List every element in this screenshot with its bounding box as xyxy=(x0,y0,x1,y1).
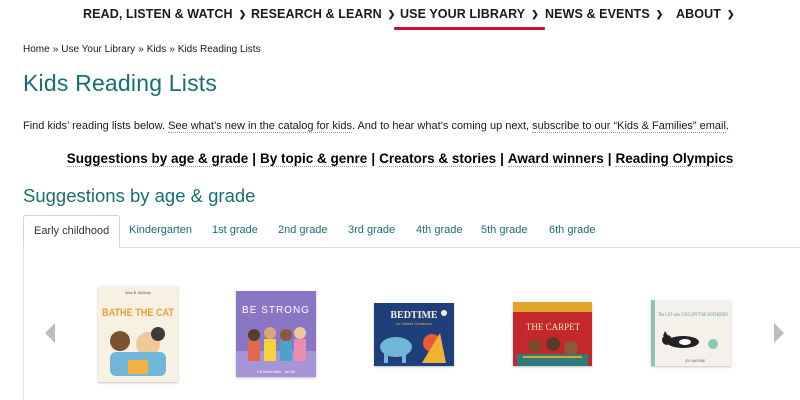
nav-label: READ, LISTEN & WATCH xyxy=(83,7,233,21)
jump-award-winners[interactable]: Award winners xyxy=(507,151,604,167)
tab-4th-grade[interactable]: 4th grade xyxy=(406,215,472,248)
chevron-down-icon: ❯ xyxy=(387,9,396,19)
tab-1st-grade[interactable]: 1st grade xyxy=(202,215,268,248)
pipe-divider: | xyxy=(371,151,376,166)
jump-age-grade[interactable]: Suggestions by age & grade xyxy=(66,151,249,167)
nav-research-learn[interactable]: RESEARCH & LEARN ❯ xyxy=(251,7,395,21)
page-title: Kids Reading Lists xyxy=(23,70,218,96)
book-credit: Alice B. McGinty xyxy=(125,291,151,295)
book-title: BATHE THE CAT xyxy=(102,307,174,319)
nav-label: RESEARCH & LEARN xyxy=(251,7,382,21)
chevron-down-icon: ❯ xyxy=(726,9,735,19)
book-cover-bathe-the-cat[interactable]: Alice B. McGinty BATHE THE CAT xyxy=(98,286,178,382)
book-credit: Pat Zietlow Miller · Jen Hill xyxy=(257,370,295,374)
book-title: THE CARPET xyxy=(526,322,581,332)
breadcrumb-separator: » xyxy=(138,44,144,55)
breadcrumb-use-your-library[interactable]: Use Your Library xyxy=(61,44,135,55)
tab-2nd-grade[interactable]: 2nd grade xyxy=(268,215,338,248)
chevron-down-icon: ❯ xyxy=(655,9,664,19)
chevron-right-icon xyxy=(774,323,784,343)
tab-6th-grade[interactable]: 6th grade xyxy=(539,215,605,248)
carousel-next-button[interactable] xyxy=(773,322,785,344)
tab-3rd-grade[interactable]: 3rd grade xyxy=(338,215,405,248)
carousel-prev-button[interactable] xyxy=(44,322,56,344)
intro-text-part: . And to hear what’s coming up next, xyxy=(351,120,533,132)
pipe-divider: | xyxy=(500,151,504,166)
pipe-divider: | xyxy=(607,151,612,166)
nav-label: NEWS & EVENTS xyxy=(545,7,650,21)
breadcrumb-kids[interactable]: Kids xyxy=(147,44,166,55)
section-title: Suggestions by age & grade xyxy=(23,185,256,206)
nav-news-events[interactable]: NEWS & EVENTS ❯ xyxy=(545,7,663,21)
jump-creators-stories[interactable]: Creators & stories xyxy=(379,151,497,167)
book-cover-the-cat-who-couldnt-be-bothered[interactable]: The CAT who COULDN'T BE BOTHERED JOY McC… xyxy=(651,300,731,366)
chevron-down-icon: ❯ xyxy=(238,9,247,19)
book-cover-the-carpet[interactable]: THE CARPET xyxy=(513,302,592,366)
main-nav: READ, LISTEN & WATCH ❯ RESEARCH & LEARN ❯ … xyxy=(0,0,800,32)
book-title: BE STRONG xyxy=(242,305,310,316)
nav-label: ABOUT xyxy=(676,7,721,21)
book-credit: JOY McCRAE xyxy=(685,359,705,363)
tab-kindergarten[interactable]: Kindergarten xyxy=(119,215,202,248)
subscribe-link[interactable]: subscribe to our “Kids & Families” email xyxy=(532,120,726,133)
book-title: BEDTIME xyxy=(390,310,438,321)
intro-text-part: Find kids’ reading lists below. xyxy=(23,120,169,132)
tab-early-childhood[interactable]: Early childhood xyxy=(23,215,121,248)
jump-links: Suggestions by age & grade | By topic & ge… xyxy=(0,151,800,167)
nav-label: USE YOUR LIBRARY xyxy=(400,7,526,21)
book-subtitle: for Sweet Creatures xyxy=(396,321,432,326)
book-cover-art: Alice B. McGinty BATHE THE CAT xyxy=(98,286,178,382)
nav-read-listen-watch[interactable]: READ, LISTEN & WATCH ❯ xyxy=(83,7,246,21)
breadcrumb-separator: » xyxy=(169,44,175,55)
book-cover-bedtime[interactable]: BEDTIME for Sweet Creatures xyxy=(374,303,454,366)
chevron-down-icon: ❯ xyxy=(531,9,539,19)
book-cover-be-strong[interactable]: BE STRONG Pat Zietlow Miller · Jen Hill xyxy=(236,291,316,377)
chevron-left-icon xyxy=(45,323,55,343)
book-cover-art: THE CARPET xyxy=(513,302,592,366)
whats-new-link[interactable]: See what’s new in the catalog for kids xyxy=(168,120,352,133)
breadcrumb-home[interactable]: Home xyxy=(23,44,50,55)
pipe-divider: | xyxy=(252,151,257,166)
book-cover-art: The CAT who COULDN'T BE BOTHERED JOY McC… xyxy=(651,300,731,366)
book-cover-art: BE STRONG Pat Zietlow Miller · Jen Hill xyxy=(236,291,316,377)
jump-topic-genre[interactable]: By topic & genre xyxy=(260,151,368,167)
nav-about[interactable]: ABOUT ❯ xyxy=(676,7,735,21)
nav-use-your-library[interactable]: USE YOUR LIBRARY ❯ xyxy=(394,7,545,30)
jump-reading-olympics[interactable]: Reading Olympics xyxy=(615,151,734,167)
breadcrumb-separator: » xyxy=(52,44,59,55)
breadcrumb-current: Kids Reading Lists xyxy=(177,44,261,55)
book-title: The CAT who COULDN'T BE BOTHERED xyxy=(658,312,728,318)
breadcrumb: Home» Use Your Library» Kids» Kids Reading … xyxy=(23,44,261,55)
tab-5th-grade[interactable]: 5th grade xyxy=(471,215,537,248)
grade-tabs: Early childhood Kindergarten 1st grade 2… xyxy=(23,215,800,248)
intro-text-part: . xyxy=(725,120,730,132)
intro-text: Find kids’ reading lists below. See what… xyxy=(23,120,730,133)
book-cover-art: BEDTIME for Sweet Creatures xyxy=(374,303,454,366)
